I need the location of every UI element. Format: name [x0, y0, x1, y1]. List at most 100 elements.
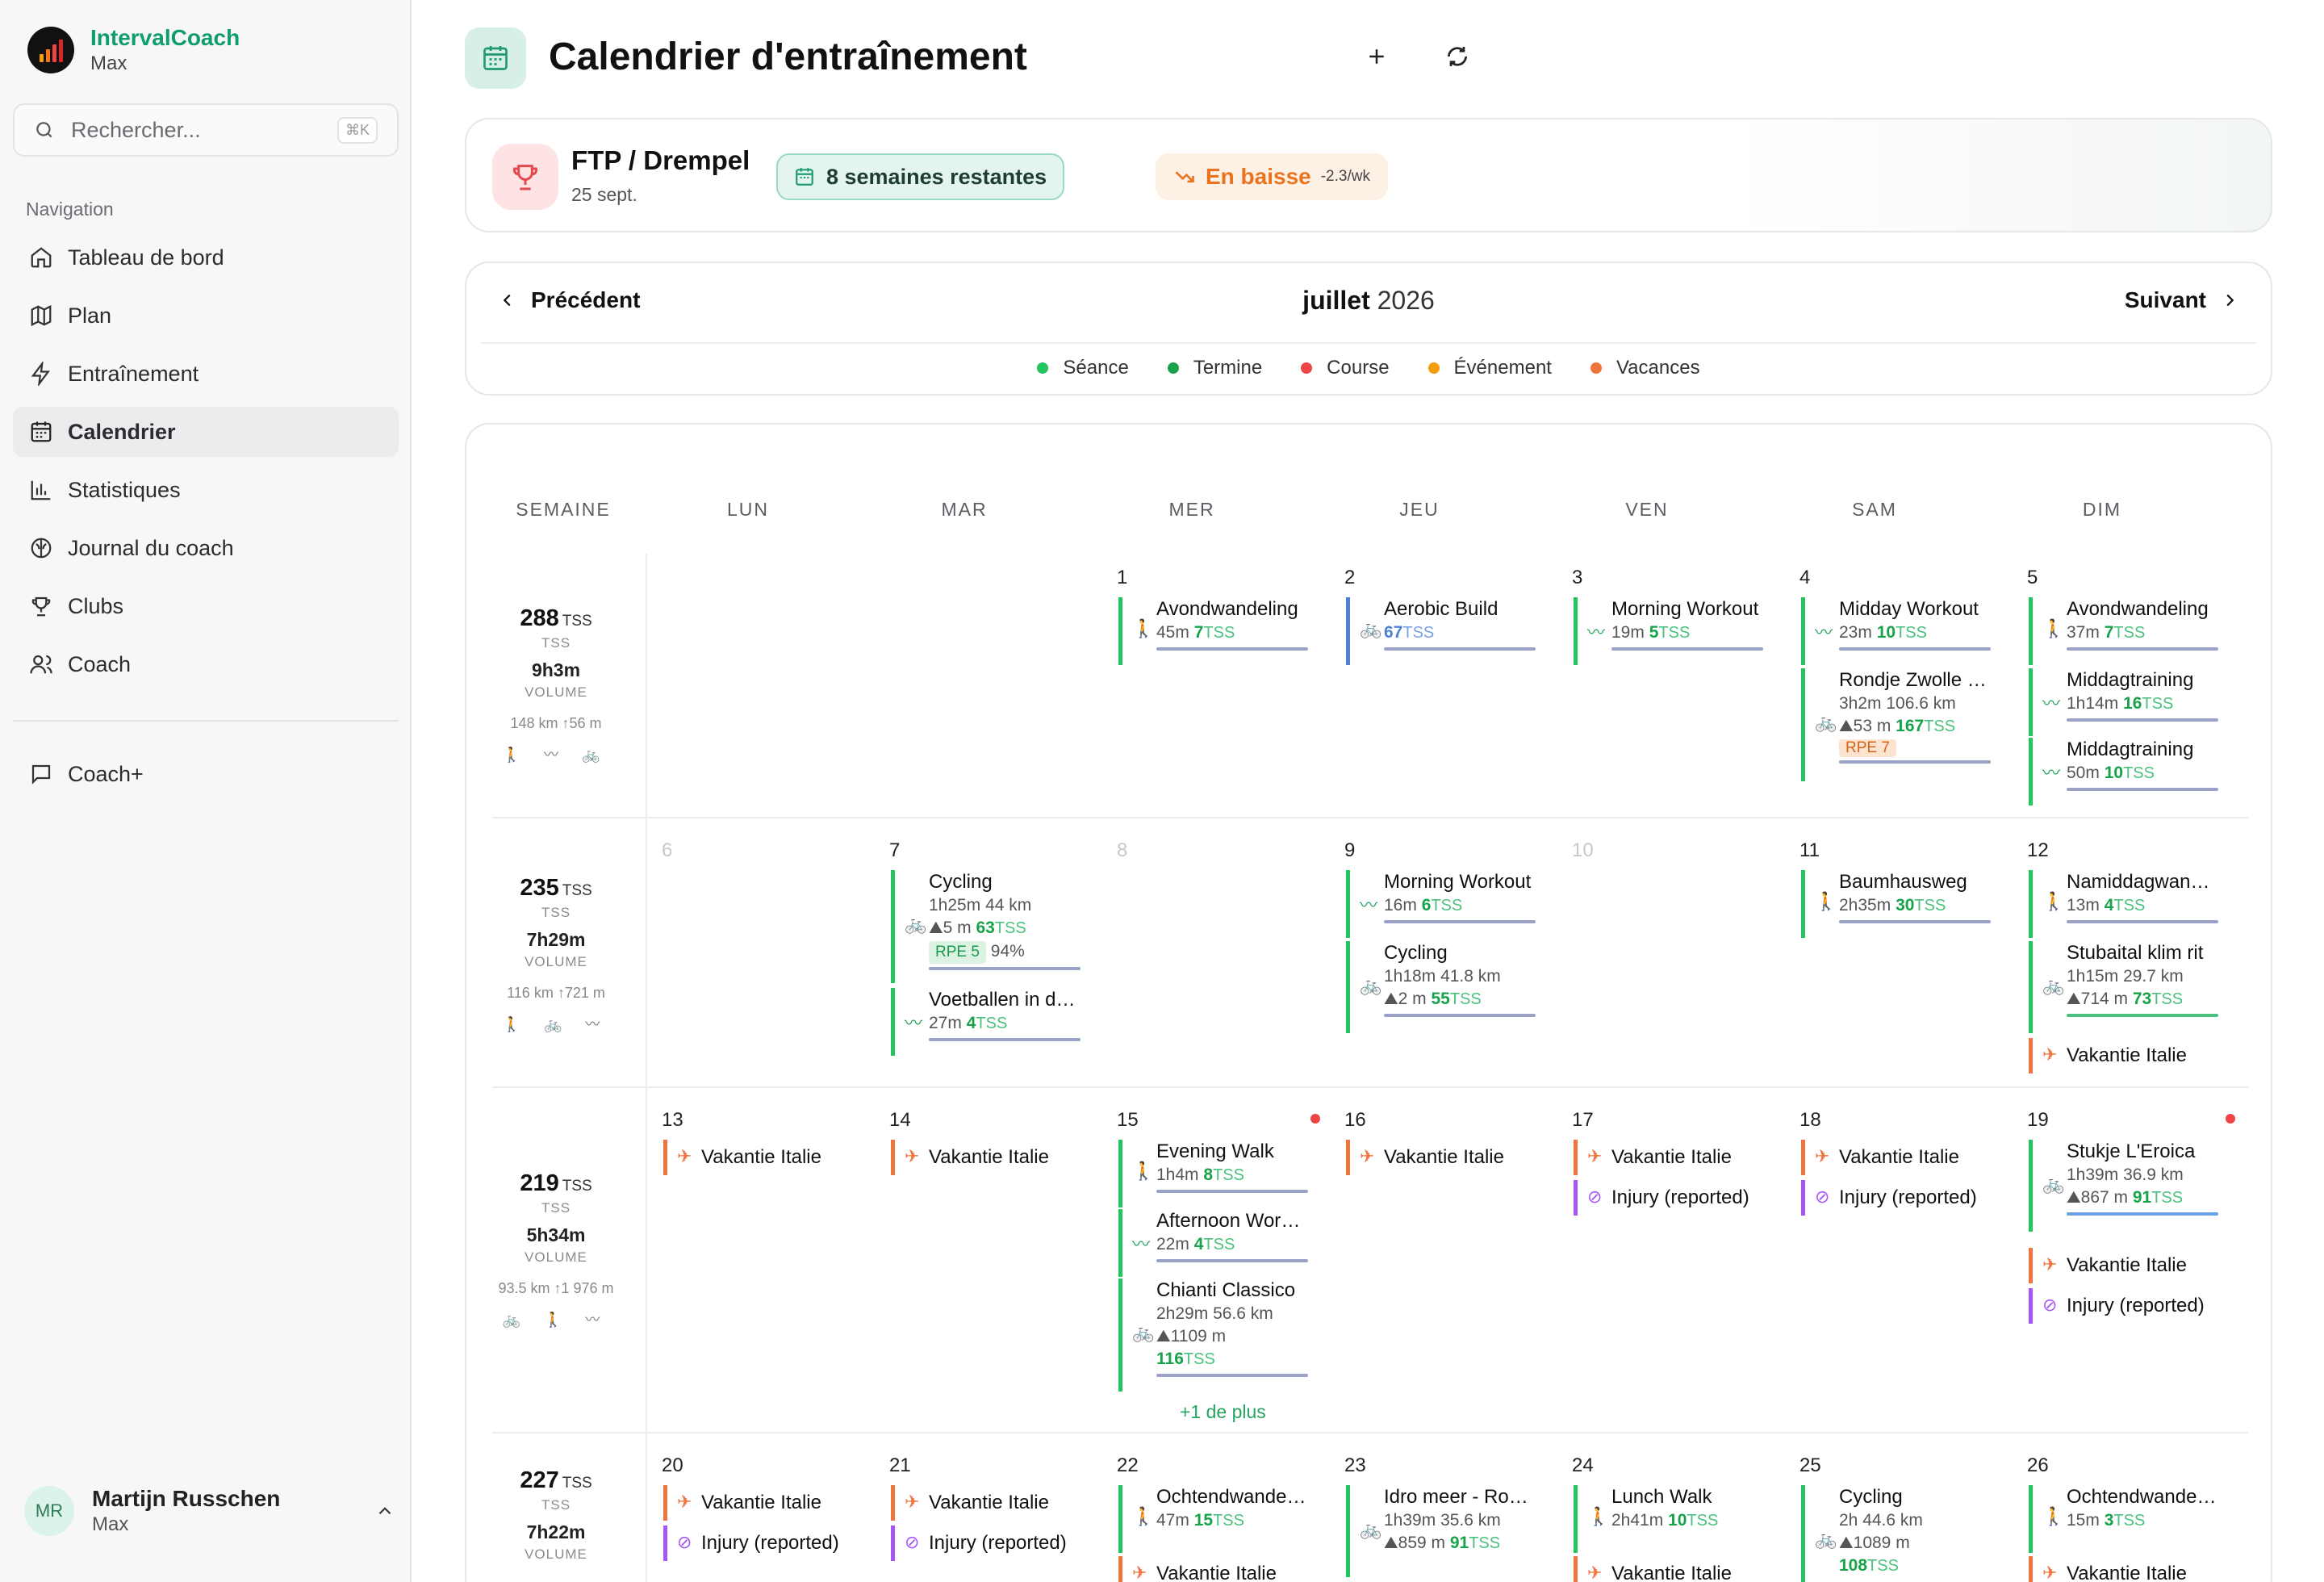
event-card[interactable]: 〰 Morning Workout 19m 5TSS: [1574, 597, 1767, 665]
event-card[interactable]: 🚲 Chianti Classico 2h29m 56.6 km ⛰1109 m…: [1118, 1279, 1312, 1392]
holiday-event[interactable]: ✈ Vakantie Italie: [2029, 1248, 2222, 1283]
event-card[interactable]: 〰 Morning Workout 16m 6TSS: [1346, 870, 1540, 938]
day-number[interactable]: 7: [889, 839, 900, 862]
day-number[interactable]: 17: [1572, 1109, 1594, 1132]
holiday-event[interactable]: ✈ Vakantie Italie: [891, 1140, 1085, 1175]
event-bar: [1156, 1374, 1308, 1377]
day-number[interactable]: 19: [2027, 1109, 2049, 1132]
user-menu[interactable]: MR Martijn Russchen Max: [24, 1485, 395, 1537]
event-card[interactable]: 🚶 Evening Walk 1h4m 8TSS: [1118, 1140, 1312, 1207]
event-card[interactable]: 🚶 Ochtendwandeling 15m 3TSS: [2029, 1485, 2222, 1553]
day-number[interactable]: 2: [1344, 567, 1355, 589]
event-card[interactable]: 🚶 Ochtendwandeling 47m 15TSS: [1118, 1485, 1312, 1553]
event-card[interactable]: 🚲 Aerobic Build 67TSS: [1346, 597, 1540, 665]
week-summary-1: 288 TSS TSS 9h3m VOLUME 148 km ↑56 m 🚶 〰 …: [466, 605, 646, 764]
event-duration: 1h4m: [1156, 1166, 1199, 1184]
event-card[interactable]: 🚲 Stubaital klim rit 1h15m 29.7 km ⛰714 …: [2029, 941, 2222, 1033]
day-number[interactable]: 16: [1344, 1109, 1366, 1132]
event-card[interactable]: 〰 Voetballen in de middag 27m 4TSS: [891, 988, 1085, 1056]
injury-event[interactable]: ⊘ Injury (reported): [663, 1526, 857, 1561]
event-tss: 7: [2104, 623, 2114, 642]
holiday-event[interactable]: ✈ Vakantie Italie: [1574, 1140, 1767, 1175]
sidebar-item-coach[interactable]: Coach: [13, 639, 399, 689]
day-number[interactable]: 25: [1799, 1454, 1821, 1477]
event-duration: 27m: [929, 1014, 962, 1032]
sidebar-item-clubs[interactable]: Clubs: [13, 581, 399, 631]
day-number[interactable]: 14: [889, 1109, 911, 1132]
event-card[interactable]: 〰 Middagtraining 50m 10TSS: [2029, 738, 2222, 806]
walk-icon: 🚶: [2042, 1506, 2065, 1526]
day-number[interactable]: 1: [1117, 567, 1127, 589]
day-number[interactable]: 18: [1799, 1109, 1821, 1132]
holiday-event[interactable]: ✈ Vakantie Italie: [1801, 1140, 1995, 1175]
day-number[interactable]: 6: [662, 839, 672, 862]
activity-icon: 〰: [1587, 622, 1606, 642]
day-number[interactable]: 9: [1344, 839, 1355, 862]
event-card[interactable]: 🚲 Cycling 1h25m 44 km ⛰5 m 63TSS RPE 5 9…: [891, 870, 1085, 983]
event-bar: [2067, 1212, 2218, 1216]
event-card[interactable]: 🚲 Idro meer - Rondje 1h39m 35.6 km ⛰859 …: [1346, 1485, 1540, 1577]
chevron-up-icon[interactable]: [374, 1500, 395, 1521]
event-card[interactable]: 🚶 Lunch Walk 2h41m 10TSS: [1574, 1485, 1767, 1553]
day-number[interactable]: 24: [1572, 1454, 1594, 1477]
day-number[interactable]: 3: [1572, 567, 1582, 589]
search-input[interactable]: Rechercher... ⌘K: [13, 103, 399, 157]
day-number[interactable]: 10: [1572, 839, 1594, 862]
event-card[interactable]: 🚶 Baumhausweg 2h35m 30TSS: [1801, 870, 1995, 938]
holiday-event[interactable]: ✈ Vakantie Italie: [1574, 1556, 1767, 1582]
sidebar-item-calendar[interactable]: Calendrier: [13, 407, 399, 457]
day-number[interactable]: 12: [2027, 839, 2049, 862]
sidebar-item-coachplus[interactable]: Coach+: [13, 749, 399, 799]
day-number[interactable]: 8: [1117, 839, 1127, 862]
day-number[interactable]: 5: [2027, 567, 2038, 589]
holiday-event[interactable]: ✈ Vakantie Italie: [663, 1485, 857, 1521]
event-card[interactable]: 🚲 Cycling 2h 44.6 km ⛰1089 m 108TSS: [1801, 1485, 1995, 1582]
day-number[interactable]: 13: [662, 1109, 683, 1132]
refresh-button[interactable]: [1435, 34, 1480, 79]
injury-event[interactable]: ⊘ Injury (reported): [1801, 1180, 1995, 1216]
event-card[interactable]: 🚲 Rondje Zwolle en omgeving 3h2m 106.6 k…: [1801, 668, 1995, 781]
event-card[interactable]: 〰 Afternoon Workout 22m 4TSS: [1118, 1209, 1312, 1277]
day-number[interactable]: 21: [889, 1454, 911, 1477]
sidebar-item-coach-journal[interactable]: Journal du coach: [13, 523, 399, 573]
day-number[interactable]: 11: [1799, 839, 1820, 862]
holiday-event[interactable]: ✈ Vakantie Italie: [1118, 1556, 1312, 1582]
holiday-event[interactable]: ✈ Vakantie Italie: [2029, 1556, 2222, 1582]
injury-event[interactable]: ⊘ Injury (reported): [891, 1526, 1085, 1561]
show-more-link[interactable]: +1 de plus: [1180, 1401, 1266, 1423]
event-card[interactable]: 🚲 Cycling 1h18m 41.8 km ⛰2 m 55TSS: [1346, 941, 1540, 1033]
day-number[interactable]: 23: [1344, 1454, 1366, 1477]
day-number[interactable]: 22: [1117, 1454, 1139, 1477]
chevron-right-icon: [2226, 294, 2234, 307]
sidebar-item-plan[interactable]: Plan: [13, 291, 399, 341]
event-card[interactable]: 🚶 Avondwandeling 37m 7TSS: [2029, 597, 2222, 665]
event-distance: 35.6 km: [1440, 1511, 1501, 1530]
injury-event[interactable]: ⊘ Injury (reported): [1574, 1180, 1767, 1216]
column-header-sun: DIM: [2082, 499, 2122, 520]
day-number[interactable]: 15: [1117, 1109, 1139, 1132]
holiday-event[interactable]: ✈ Vakantie Italie: [663, 1140, 857, 1175]
event-card[interactable]: 🚲 Stukje L'Eroica 1h39m 36.9 km ⛰867 m 9…: [2029, 1140, 2222, 1232]
event-card[interactable]: 🚶 Avondwandeling 45m 7TSS: [1118, 597, 1312, 665]
day-number[interactable]: 20: [662, 1454, 683, 1477]
day-number[interactable]: 4: [1799, 567, 1810, 589]
event-card[interactable]: 🚶 Namiddagwandeling 13m 4TSS: [2029, 870, 2222, 938]
event-card[interactable]: 〰 Midday Workout 23m 10TSS: [1801, 597, 1995, 665]
event-meta: ⛰714 m 73TSS: [2067, 990, 2184, 1008]
refresh-icon: [1448, 47, 1467, 66]
map-icon: [31, 304, 52, 327]
next-button[interactable]: Suivant: [2125, 287, 2238, 313]
day-number[interactable]: 26: [2027, 1454, 2049, 1477]
event-name: Vakantie Italie: [2067, 1563, 2187, 1582]
holiday-event[interactable]: ✈ Vakantie Italie: [2029, 1038, 2222, 1074]
sidebar-item-training[interactable]: Entraînement: [13, 349, 399, 399]
holiday-event[interactable]: ✈ Vakantie Italie: [1346, 1140, 1540, 1175]
holiday-event[interactable]: ✈ Vakantie Italie: [891, 1485, 1085, 1521]
add-button[interactable]: [1354, 34, 1399, 79]
brand[interactable]: IntervalCoach Max: [27, 24, 240, 76]
injury-event[interactable]: ⊘ Injury (reported): [2029, 1288, 2222, 1324]
sidebar-item-stats[interactable]: Statistiques: [13, 465, 399, 515]
event-tss: 63: [976, 919, 995, 937]
sidebar-item-dashboard[interactable]: Tableau de bord: [13, 232, 399, 282]
event-card[interactable]: 〰 Middagtraining 1h14m 16TSS: [2029, 668, 2222, 736]
